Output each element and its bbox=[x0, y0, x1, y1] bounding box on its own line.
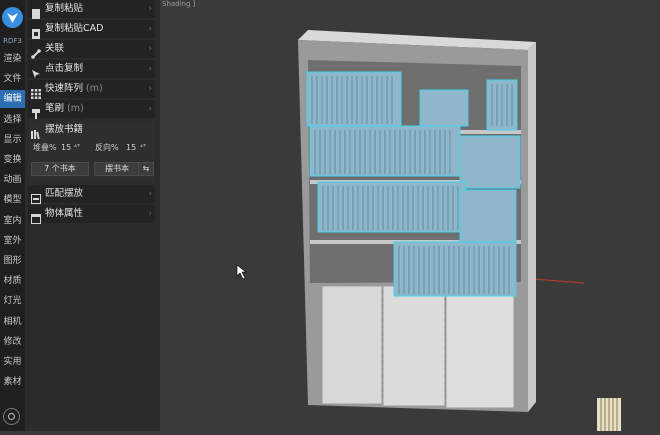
copy-paste-cad-label: 复制粘贴CAD bbox=[45, 23, 104, 34]
chevron-right-icon: › bbox=[148, 64, 152, 74]
nav-item-8[interactable]: 室内 bbox=[0, 212, 25, 230]
chevron-right-icon: › bbox=[148, 24, 152, 34]
nav-item-14[interactable]: 修改 bbox=[0, 333, 25, 351]
nav-item-2[interactable]: 编辑 bbox=[0, 90, 25, 109]
place-books-header[interactable]: 摆放书籍 bbox=[28, 121, 155, 141]
copy-paste-cad-row[interactable]: 复制粘贴CAD › bbox=[28, 20, 155, 39]
nav-item-6[interactable]: 动画 bbox=[0, 171, 25, 189]
mouse-cursor-icon bbox=[236, 264, 247, 280]
book-group[interactable] bbox=[317, 181, 467, 233]
match-place-row[interactable]: 匹配摆放 › bbox=[28, 185, 155, 204]
left-toolbar: RDF3 渲染文件编辑选择显示变换动画模型室内室外图形材质灯光相机修改实用素材 bbox=[0, 0, 25, 431]
book-group[interactable] bbox=[459, 189, 517, 243]
nav-item-12[interactable]: 灯光 bbox=[0, 292, 25, 310]
nav-item-16[interactable]: 素材 bbox=[0, 373, 25, 391]
brush-text: 笔刷 bbox=[45, 103, 65, 114]
chevron-right-icon: › bbox=[148, 209, 152, 219]
place-book-button[interactable]: 摆书本 bbox=[94, 162, 140, 176]
books-icon bbox=[31, 125, 41, 141]
swap-icon[interactable]: ⇆ bbox=[138, 162, 154, 176]
chevron-right-icon: › bbox=[148, 104, 152, 114]
viewport-shading-label[interactable]: Shading ] bbox=[162, 0, 195, 8]
nav-item-10[interactable]: 图形 bbox=[0, 252, 25, 270]
nav-item-7[interactable]: 模型 bbox=[0, 191, 25, 209]
reverse-percent-value[interactable]: 15 bbox=[126, 142, 136, 154]
cabinet-door[interactable] bbox=[445, 285, 515, 409]
nav-item-15[interactable]: 实用 bbox=[0, 353, 25, 371]
book-group[interactable] bbox=[393, 241, 517, 297]
nav-item-5[interactable]: 变换 bbox=[0, 151, 25, 169]
nav-item-3[interactable]: 选择 bbox=[0, 111, 25, 129]
3d-viewport[interactable]: Shading ] bbox=[160, 0, 660, 431]
stepper-icon[interactable]: ▴▾ bbox=[74, 140, 80, 152]
click-copy-icon bbox=[31, 64, 41, 78]
link-label: 关联 bbox=[45, 43, 65, 54]
book-group[interactable] bbox=[419, 89, 469, 127]
click-copy-row[interactable]: 点击复制 › bbox=[28, 60, 155, 78]
grid-icon bbox=[31, 84, 41, 99]
settings-icon[interactable] bbox=[3, 408, 20, 425]
quick-array-key: (m) bbox=[86, 83, 103, 94]
brand-label: RDF3 bbox=[3, 37, 22, 45]
bookcase-side bbox=[528, 42, 536, 412]
stack-percent-label: 堆叠% bbox=[33, 143, 57, 152]
nav-item-11[interactable]: 材质 bbox=[0, 272, 25, 290]
click-copy-label: 点击复制 bbox=[45, 63, 84, 74]
document-icon bbox=[31, 4, 41, 19]
chevron-right-icon: › bbox=[148, 189, 152, 199]
bookcase-scene bbox=[236, 30, 621, 431]
app-logo-icon[interactable] bbox=[2, 7, 23, 28]
match-place-label: 匹配摆放 bbox=[45, 188, 84, 199]
chevron-right-icon: › bbox=[148, 84, 152, 94]
brush-row[interactable]: 笔刷 (m) › bbox=[28, 100, 155, 119]
book-pile-thumbnail[interactable] bbox=[597, 398, 621, 431]
nav-item-4[interactable]: 显示 bbox=[0, 131, 25, 149]
nav-item-13[interactable]: 相机 bbox=[0, 313, 25, 331]
nav-item-0[interactable]: 渲染 bbox=[0, 50, 25, 68]
stack-percent-value[interactable]: 15 bbox=[61, 142, 71, 154]
link-row[interactable]: 关联 › bbox=[28, 40, 155, 59]
object-props-row[interactable]: 物体属性 › bbox=[28, 205, 155, 224]
copy-paste-label: 复制粘贴 bbox=[45, 3, 84, 14]
reverse-percent-label: 反向% bbox=[95, 143, 119, 152]
books-count-button[interactable]: 7 个书本 bbox=[31, 162, 89, 176]
brush-icon bbox=[31, 104, 41, 119]
cabinet-door[interactable] bbox=[382, 285, 446, 407]
quick-array-text: 快速阵列 bbox=[45, 83, 84, 94]
chevron-right-icon: › bbox=[148, 4, 152, 14]
brush-label: 笔刷 (m) bbox=[45, 100, 84, 118]
book-group[interactable] bbox=[459, 135, 521, 189]
properties-icon bbox=[31, 209, 41, 224]
copy-paste-row[interactable]: 复制粘贴 › bbox=[28, 0, 155, 19]
nav-item-9[interactable]: 室外 bbox=[0, 232, 25, 250]
quick-array-row[interactable]: 快速阵列 (m) › bbox=[28, 80, 155, 99]
stepper-icon[interactable]: ▴▾ bbox=[140, 140, 146, 152]
nav-item-1[interactable]: 文件 bbox=[0, 70, 25, 88]
brush-key: (m) bbox=[67, 103, 84, 114]
command-panel: 复制粘贴 › 复制粘贴CAD › 关联 › 点击复制 › 快速阵列 (m) › … bbox=[25, 0, 160, 431]
link-icon bbox=[31, 44, 41, 59]
place-books-label: 摆放书籍 bbox=[45, 124, 84, 135]
match-icon bbox=[31, 189, 41, 204]
quick-array-label: 快速阵列 (m) bbox=[45, 80, 103, 98]
cabinet-door[interactable] bbox=[321, 285, 383, 405]
cad-document-icon bbox=[31, 24, 41, 39]
chevron-right-icon: › bbox=[148, 44, 152, 54]
object-props-label: 物体属性 bbox=[45, 208, 84, 219]
place-books-body: 堆叠% 15 ▴▾ 反向% 15 ▴▾ 7 个书本 摆书本 ⇆ bbox=[28, 139, 155, 183]
